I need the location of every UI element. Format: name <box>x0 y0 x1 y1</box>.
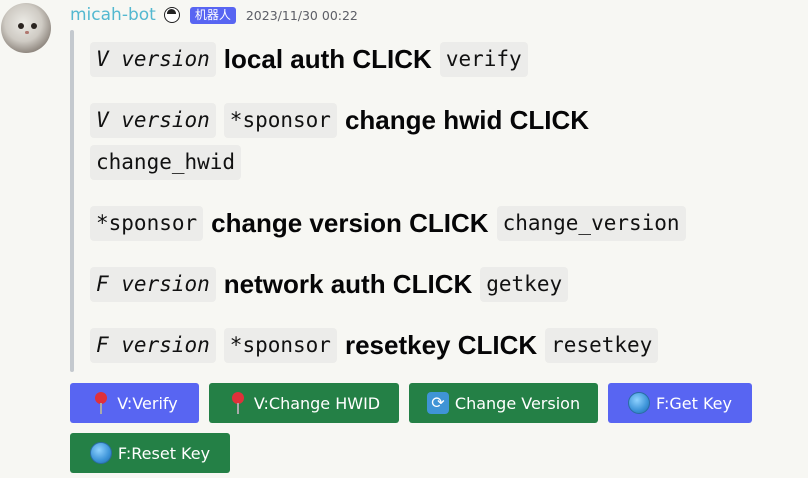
inline-code: verify <box>439 42 528 77</box>
quote-text: resetkey CLICK <box>344 330 538 360</box>
inline-code: V version <box>90 103 216 138</box>
button-label: V:Verify <box>117 393 178 413</box>
quote-line: F version network auth CLICK getkey <box>90 267 569 302</box>
quote-line: F version *sponsor resetkey CLICK resetk… <box>90 328 659 363</box>
button-label: Change Version <box>454 393 581 413</box>
user-badge-icon <box>163 7 180 23</box>
avatar[interactable] <box>1 3 51 53</box>
pin-icon <box>91 391 111 415</box>
inline-code: F version <box>90 328 216 363</box>
globe-icon <box>89 442 112 464</box>
quote-line: change_hwid <box>90 145 242 180</box>
avatar-eye <box>31 23 37 29</box>
button-label: V:Change HWID <box>253 393 381 413</box>
quote-line: V version local auth CLICK verify <box>90 42 528 77</box>
v-change-hwid-button[interactable]: V:Change HWID <box>209 383 399 423</box>
button-label: F:Get Key <box>656 393 732 413</box>
globe-icon <box>628 392 651 414</box>
inline-code: getkey <box>480 267 569 302</box>
bot-tag: 机器人 <box>189 6 236 24</box>
timestamp: 2023/11/30 00:22 <box>245 7 358 23</box>
inline-code: F version <box>90 267 216 302</box>
inline-code: change_version <box>496 206 686 241</box>
quote-line: *sponsor change version CLICK change_ver… <box>90 206 686 241</box>
f-reset-key-button[interactable]: F:Reset Key <box>70 433 230 473</box>
quote-text: change hwid CLICK <box>344 105 590 135</box>
inline-code: *sponsor <box>90 206 204 241</box>
avatar-nose <box>25 31 29 34</box>
avatar-eye <box>18 23 24 29</box>
quote-bar <box>70 30 74 372</box>
button-label: F:Reset Key <box>117 443 211 463</box>
quote-text: local auth CLICK <box>223 44 432 74</box>
inline-code: *sponsor <box>223 328 337 363</box>
change-version-button[interactable]: ⟳ Change Version <box>409 383 598 423</box>
f-get-key-button[interactable]: F:Get Key <box>608 383 752 423</box>
inline-code: change_hwid <box>90 145 242 180</box>
message-header: micah-bot 机器人 2023/11/30 00:22 <box>70 4 358 26</box>
username[interactable]: micah-bot <box>70 5 156 25</box>
inline-code: *sponsor <box>223 103 337 138</box>
inline-code: V version <box>90 42 216 77</box>
refresh-icon: ⟳ <box>426 392 449 414</box>
quote-line: V version *sponsor change hwid CLICK <box>90 103 597 138</box>
inline-code: resetkey <box>545 328 659 363</box>
v-verify-button[interactable]: V:Verify <box>70 383 199 423</box>
quote-text: network auth CLICK <box>223 269 473 299</box>
pin-icon <box>228 391 248 415</box>
quote-text: change version CLICK <box>211 208 489 238</box>
